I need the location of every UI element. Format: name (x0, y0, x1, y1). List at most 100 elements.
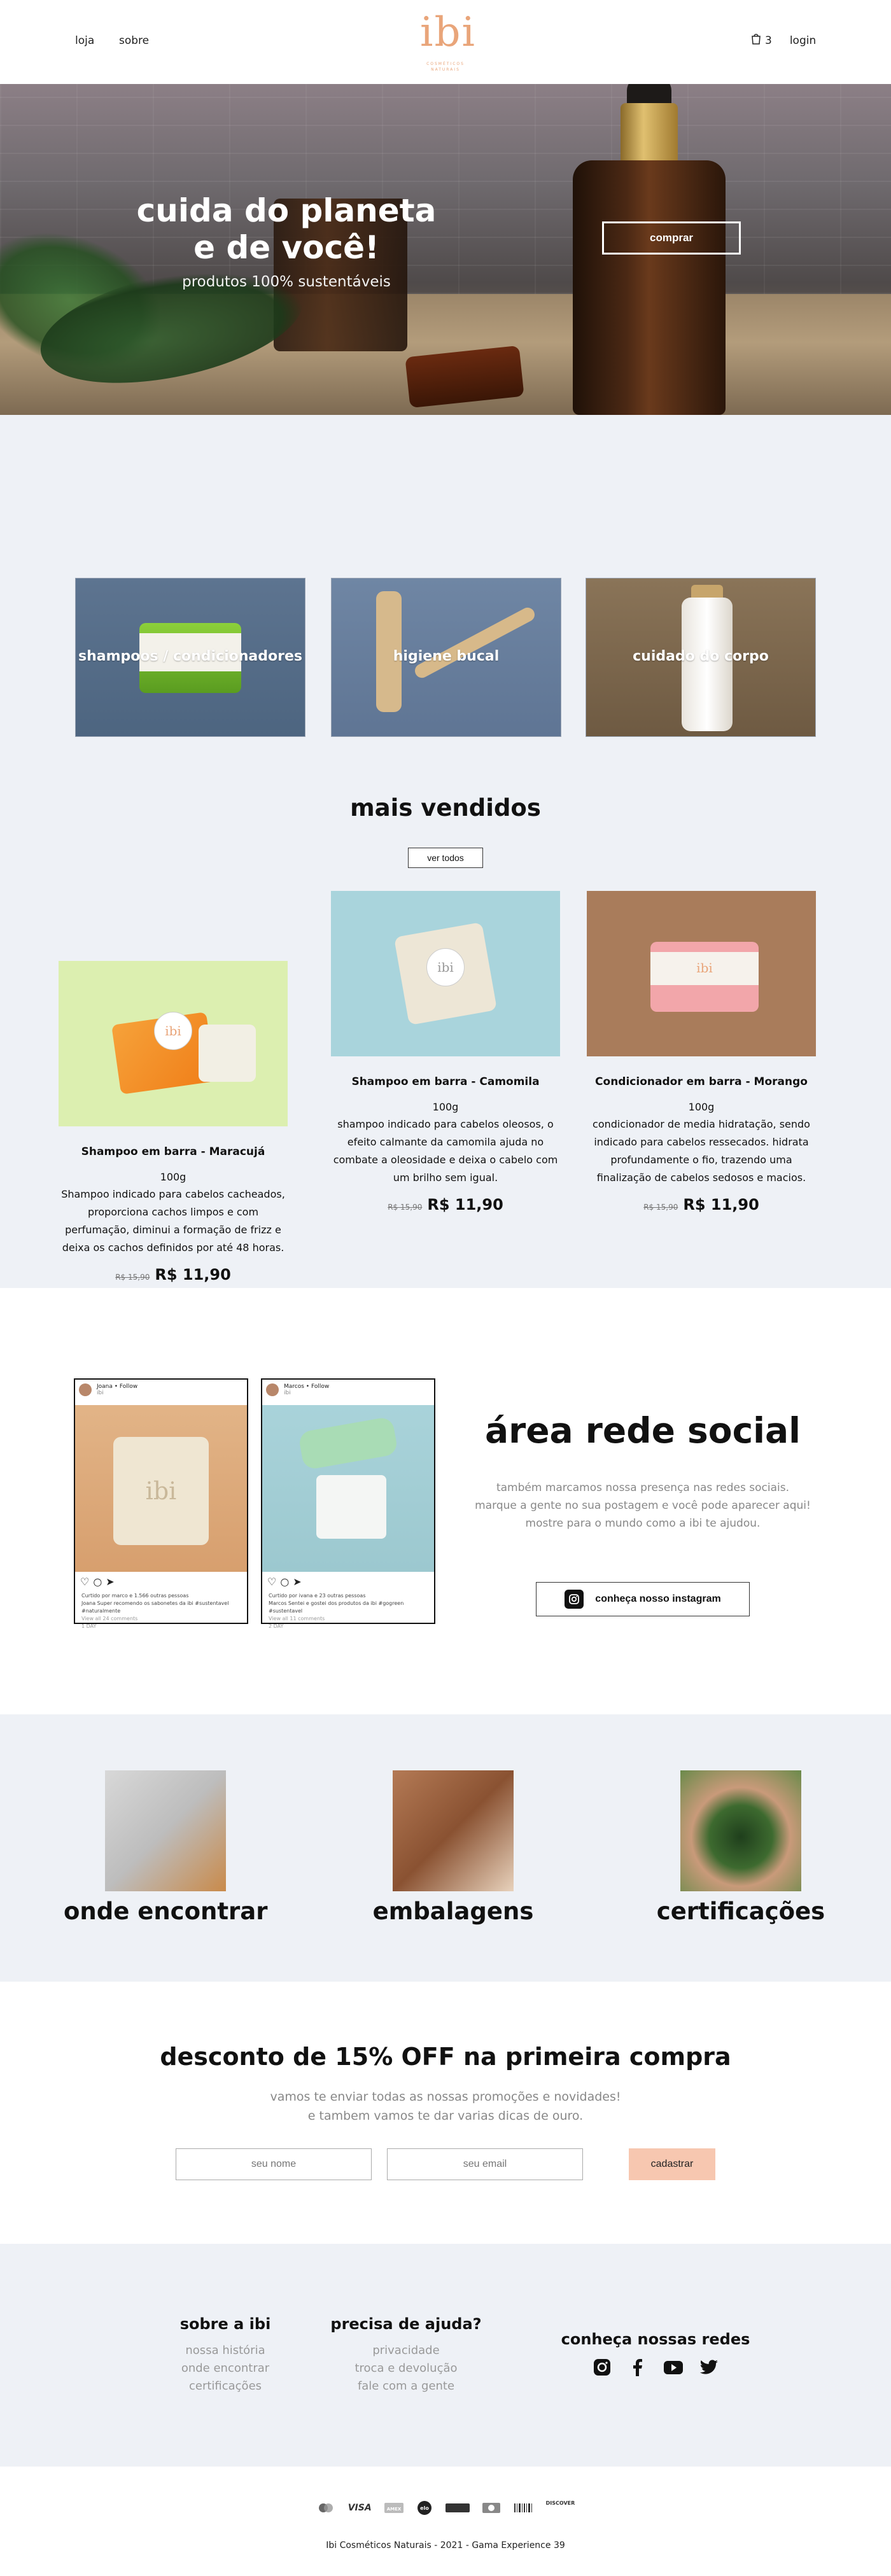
footer-link[interactable]: troca e devolução (330, 2360, 482, 2377)
hero-subtitle: produtos 100% sustentáveis (182, 274, 391, 290)
svg-text:AMEX: AMEX (386, 2507, 401, 2512)
instagram-icon[interactable] (592, 2357, 612, 2377)
post-caption: Curtido por marco e 1.566 outras pessoas… (81, 1593, 229, 1629)
product-price: R$ 15,90 R$ 11,90 (587, 1196, 816, 1214)
footer-link[interactable]: fale com a gente (330, 2377, 482, 2395)
category-body-care[interactable]: cuidado do corpo (586, 578, 816, 737)
product-price: R$ 15,90 R$ 11,90 (59, 1266, 288, 1284)
soap-band: ibi (650, 952, 759, 985)
post-caption: Curtido por ivana e 23 outras pessoas Ma… (269, 1593, 404, 1629)
logo[interactable]: ibi COSMÉTICOS NATURAIS (420, 4, 476, 80)
diners-icon (482, 2501, 500, 2515)
hero-banner: cuida do planeta e de você! produtos 100… (0, 84, 891, 415)
name-field[interactable] (176, 2148, 372, 2180)
footer-social: conheça nossas redes (554, 2330, 757, 2377)
instagram-icon (565, 1590, 584, 1609)
info-card-packaging[interactable]: embalagens (351, 1770, 555, 1925)
lotion-image (682, 598, 733, 731)
current-price: R$ 11,90 (155, 1266, 231, 1284)
old-price: R$ 15,90 (388, 1203, 423, 1212)
toothbrush-image (412, 605, 537, 681)
product-weight: 100g (160, 1171, 186, 1183)
product-description: Shampoo indicado para cabelos cacheados,… (61, 1188, 285, 1254)
category-label: cuidado do corpo (633, 648, 769, 664)
bag-icon (751, 33, 761, 48)
avatar (266, 1383, 279, 1396)
footer-link[interactable]: certificações (149, 2377, 302, 2395)
product-tag: ibi (154, 1012, 192, 1050)
footer-heading: sobre a ibi (179, 2315, 271, 2333)
post-user: Joana • Follow ibi (97, 1383, 138, 1396)
current-price: R$ 11,90 (427, 1196, 503, 1214)
info-card-where[interactable]: onde encontrar (64, 1770, 268, 1925)
info-label: certificações (656, 1898, 825, 1925)
footer-link[interactable]: onde encontrar (149, 2360, 302, 2377)
footer-link[interactable]: nossa história (149, 2342, 302, 2360)
post-actions[interactable]: ♡○➤ (267, 1576, 305, 1588)
login-link[interactable]: login (790, 34, 816, 47)
cart[interactable]: 3 login (751, 33, 816, 48)
instagram-button-label: conheça nosso instagram (595, 1593, 721, 1604)
discover-icon: DISCOVER (545, 2500, 575, 2506)
payment-methods: VISA AMEX elo DISCOVER (299, 2498, 592, 2517)
hero-bottle-image (573, 160, 726, 415)
logo-mark: ibi (420, 9, 476, 56)
category-oral-hygiene[interactable]: higiene bucal (331, 578, 561, 737)
mastercard-icon (316, 2501, 335, 2515)
buy-button[interactable]: comprar (602, 221, 741, 255)
copyright: Ibi Cosméticos Naturais - 2021 - Gama Ex… (326, 2540, 565, 2551)
product-card[interactable]: ibi Condicionador em barra - Morango 100… (587, 891, 816, 1214)
facebook-icon[interactable] (628, 2357, 648, 2377)
post-image: ibi (75, 1405, 247, 1572)
logo-subtitle: COSMÉTICOS NATURAIS (426, 62, 465, 72)
category-label: higiene bucal (393, 648, 500, 664)
instagram-button[interactable]: conheça nosso instagram (536, 1582, 750, 1616)
product-name[interactable]: Shampoo em barra - Camomila (331, 1075, 560, 1088)
footer-link[interactable]: privacidade (330, 2342, 482, 2360)
product-card[interactable]: ibi Shampoo em barra - Camomila 100g sha… (331, 891, 560, 1214)
product-name[interactable]: Shampoo em barra - Maracujá (59, 1145, 288, 1158)
signup-button[interactable]: cadastrar (629, 2148, 715, 2180)
info-card-certifications[interactable]: certificações (639, 1770, 843, 1925)
newsletter-title: desconto de 15% OFF na primeira compra (160, 2043, 731, 2071)
site-header: loja sobre ibi COSMÉTICOS NATURAIS 3 log… (0, 0, 891, 84)
amex-icon: AMEX (384, 2501, 403, 2515)
product-weight: 100g (688, 1101, 715, 1113)
product-description: condicionador de media hidratação, sendo… (593, 1118, 810, 1184)
svg-text:elo: elo (420, 2505, 429, 2511)
twitter-icon[interactable] (699, 2357, 719, 2377)
product-weight: 100g (432, 1101, 459, 1113)
product-tag: ibi (426, 948, 465, 986)
bottom-bar (0, 2467, 891, 2576)
instagram-post[interactable]: Joana • Follow ibi ibi ♡○➤ Curtido por m… (74, 1378, 248, 1629)
hero-title: cuida do planeta e de você! (136, 192, 437, 266)
cart-count: 3 (765, 34, 772, 47)
instagram-post[interactable]: Marcos • Follow ibi ♡○➤ Curtido por ivan… (261, 1378, 435, 1629)
product-card[interactable]: ibi Shampoo em barra - Maracujá 100g Sha… (59, 961, 288, 1284)
product-image: ibi (331, 891, 560, 1056)
nav-loja[interactable]: loja (75, 34, 94, 47)
social-title: área rede social (485, 1410, 801, 1451)
category-shampoos[interactable]: shampoos / condicionadores (75, 578, 305, 737)
youtube-icon[interactable] (663, 2357, 684, 2377)
info-label: onde encontrar (64, 1898, 268, 1925)
info-image (680, 1770, 801, 1891)
post-image (262, 1405, 434, 1572)
newsletter-text: vamos te enviar todas as nossas promoçõe… (270, 2090, 621, 2123)
old-price: R$ 15,90 (115, 1273, 150, 1282)
social-text: também marcamos nossa presença nas redes… (475, 1481, 811, 1530)
product-price: R$ 15,90 R$ 11,90 (331, 1196, 560, 1214)
footer-heading: conheça nossas redes (561, 2330, 750, 2348)
email-field[interactable] (387, 2148, 583, 2180)
product-image: ibi (587, 891, 816, 1056)
product-image: ibi (59, 961, 288, 1126)
old-price: R$ 15,90 (643, 1203, 678, 1212)
product-name[interactable]: Condicionador em barra - Morango (587, 1075, 816, 1088)
nav-sobre[interactable]: sobre (119, 34, 149, 47)
post-actions[interactable]: ♡○➤ (80, 1576, 118, 1588)
see-all-button[interactable]: ver todos (408, 848, 483, 868)
info-image (393, 1770, 514, 1891)
hipercard-icon (445, 2501, 470, 2515)
hero-bottle-neck (621, 103, 678, 167)
footer-help: precisa de ajuda? privacidade troca e de… (330, 2315, 482, 2395)
